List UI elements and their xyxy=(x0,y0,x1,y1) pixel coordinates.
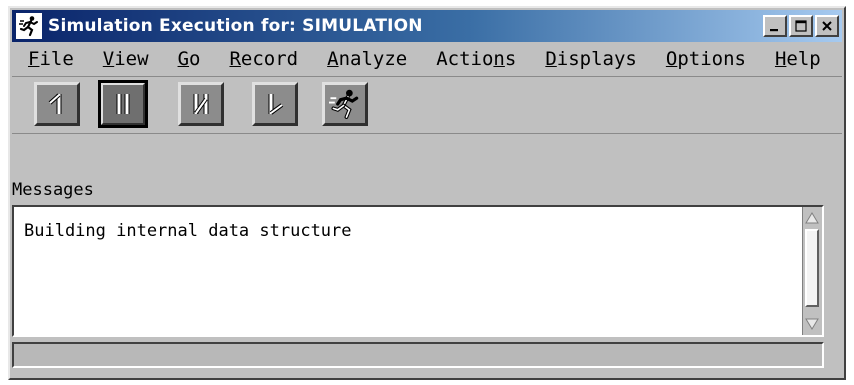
menu-help[interactable]: Help xyxy=(758,48,833,70)
messages-area[interactable]: Building internal data structure xyxy=(12,205,824,337)
step-button[interactable] xyxy=(178,82,224,126)
step-icon xyxy=(193,94,209,115)
step-forward-button[interactable] xyxy=(252,82,298,126)
menu-view[interactable]: View xyxy=(86,48,161,70)
maximize-button[interactable] xyxy=(789,15,813,37)
run-icon xyxy=(329,89,359,119)
messages-label: Messages xyxy=(12,180,94,200)
menu-options[interactable]: Options xyxy=(649,48,758,70)
title-bar[interactable]: Simulation Execution for: SIMULATION xyxy=(12,10,842,42)
step-back-button[interactable] xyxy=(34,82,80,126)
scroll-down-button[interactable] xyxy=(805,315,819,333)
scroll-up-button[interactable] xyxy=(805,209,819,227)
maximize-icon xyxy=(795,20,807,32)
menu-bar: File View Go Record Analyze Actions Disp… xyxy=(12,44,842,74)
messages-scrollbar[interactable] xyxy=(802,207,822,335)
scroll-down-icon xyxy=(805,318,819,330)
menu-analyze[interactable]: Analyze xyxy=(310,48,419,70)
running-man-icon xyxy=(16,13,42,39)
status-bar xyxy=(12,342,824,368)
menu-actions[interactable]: Actions xyxy=(419,48,528,70)
close-button[interactable] xyxy=(815,15,839,37)
step-back-icon xyxy=(48,93,62,114)
minimize-button[interactable] xyxy=(763,15,787,37)
step-forward-icon xyxy=(268,94,284,115)
menu-file[interactable]: File xyxy=(12,48,86,70)
scroll-up-icon xyxy=(805,212,819,224)
message-text: Building internal data structure xyxy=(24,221,352,241)
close-icon xyxy=(822,21,832,31)
toolbar xyxy=(12,76,842,134)
pause-button[interactable] xyxy=(98,80,148,128)
scroll-thumb[interactable] xyxy=(805,229,819,307)
run-button[interactable] xyxy=(322,82,368,126)
menu-displays[interactable]: Displays xyxy=(528,48,649,70)
window-title: Simulation Execution for: SIMULATION xyxy=(48,16,423,36)
menu-record[interactable]: Record xyxy=(212,48,310,70)
pause-icon xyxy=(116,94,130,114)
menu-go[interactable]: Go xyxy=(161,48,213,70)
minimize-icon xyxy=(770,29,778,32)
